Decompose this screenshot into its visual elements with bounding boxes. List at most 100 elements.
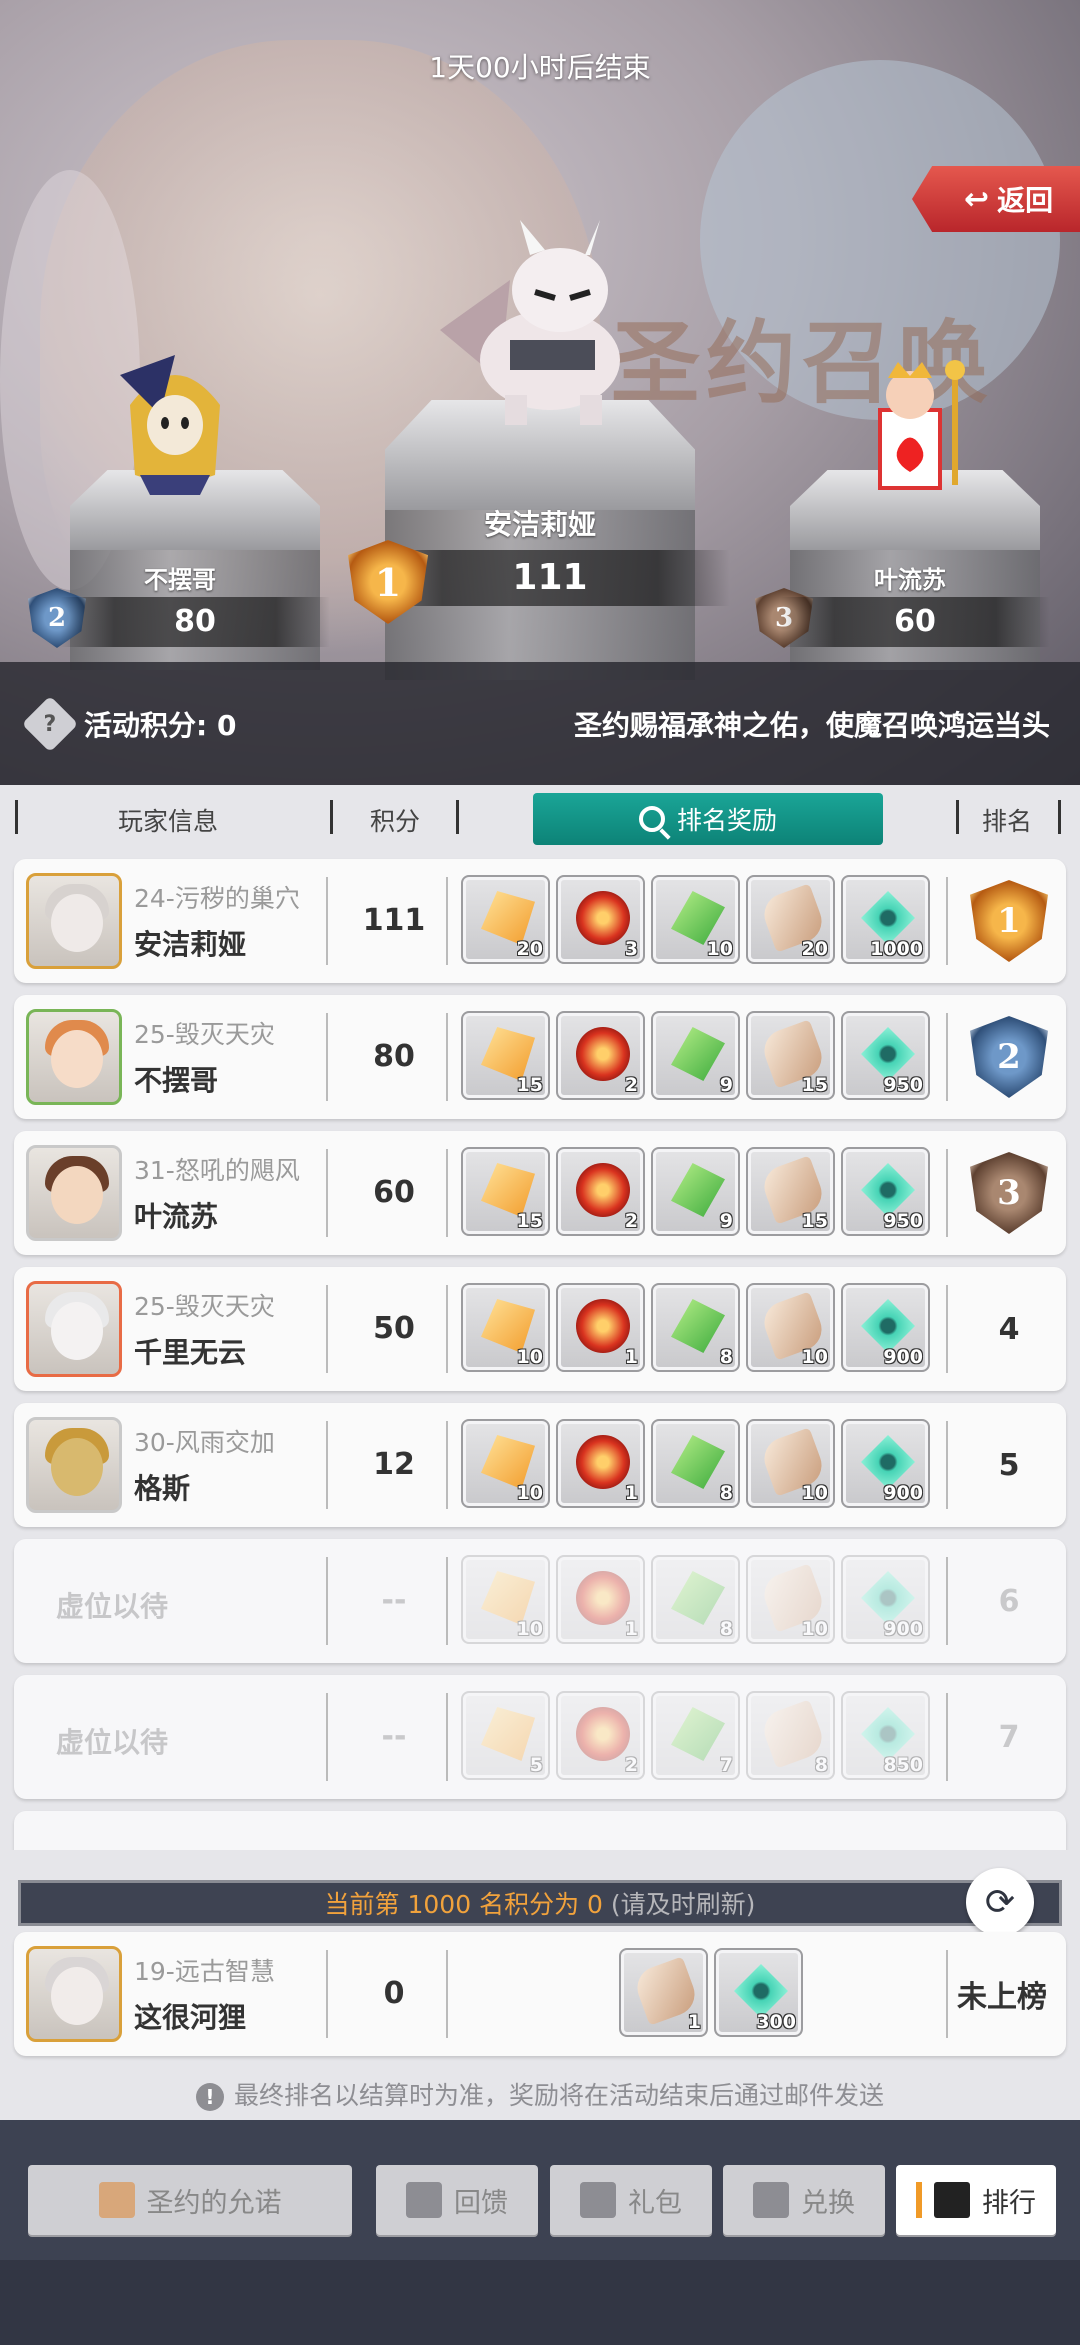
reward-item[interactable]: 8 (651, 1555, 740, 1644)
rank-badge: 1 (970, 880, 1048, 962)
reward-item[interactable]: 8 (651, 1283, 740, 1372)
reward-item[interactable]: 10 (461, 1555, 550, 1644)
reward-item[interactable]: 900 (841, 1555, 930, 1644)
reward-item[interactable]: 5 (461, 1691, 550, 1780)
score-value: 60 (373, 1175, 415, 1210)
nav-ranking-button[interactable]: 排行 (896, 2165, 1056, 2235)
gem-icon (861, 891, 915, 945)
avatar[interactable] (26, 1145, 122, 1241)
fire-orb-icon (576, 1027, 630, 1081)
reward-item[interactable]: 2 (556, 1147, 645, 1236)
reward-item[interactable]: 8 (746, 1691, 835, 1780)
reward-item[interactable]: 850 (841, 1691, 930, 1780)
player-name: 叶流苏 (134, 1200, 219, 1233)
player-name: 这很河狸 (134, 2001, 247, 2034)
avatar[interactable] (26, 1009, 122, 1105)
nav-feedback-button[interactable]: 回馈 (376, 2165, 538, 2235)
table-row[interactable]: 虚位以待 -- 5 2 7 8 850 7 (14, 1675, 1066, 1799)
avatar[interactable] (26, 873, 122, 969)
reward-items: 10 1 8 10 900 (461, 1283, 930, 1372)
gem-reward-item[interactable]: 300 (714, 1948, 803, 2037)
back-button[interactable]: ↩ 返回 (912, 166, 1080, 232)
header-score: 积分 (370, 807, 421, 836)
fire-orb-icon (576, 1707, 630, 1761)
reward-item[interactable]: 15 (461, 1011, 550, 1100)
crystal-icon (671, 1571, 725, 1625)
nav-promise-button[interactable]: 圣约的允诺 (28, 2165, 352, 2235)
ticket-icon (98, 2182, 135, 2218)
score-value: 12 (373, 1447, 415, 1482)
score-value: 0 (383, 1976, 405, 2011)
help-icon[interactable]: ? (21, 695, 79, 752)
reward-item[interactable]: 10 (461, 1419, 550, 1508)
score-value: 111 (362, 903, 426, 938)
reward-item[interactable]: 10 (746, 1555, 835, 1644)
reward-item[interactable]: 2 (556, 1691, 645, 1780)
dragon-character-figure[interactable] (420, 210, 650, 430)
reward-item[interactable]: 20 (746, 875, 835, 964)
hooded-character-figure[interactable] (100, 345, 250, 495)
avatar[interactable] (26, 1281, 122, 1377)
table-row[interactable]: 31-怒吼的飓风 叶流苏 60 15 2 9 15 950 3 (14, 1131, 1066, 1255)
reward-item[interactable]: 15 (461, 1147, 550, 1236)
cutoff-banner: 当前第 1000 名积分为 0 (请及时刷新) (18, 1880, 1062, 1926)
player-name: 安洁莉娅 (134, 928, 247, 961)
my-rank-value: 未上榜 (957, 1980, 1047, 2015)
wing-icon (481, 1707, 535, 1761)
my-rank-row[interactable]: 19-远古智慧 这很河狸 0 1 300 未上榜 (14, 1932, 1066, 2056)
reward-item[interactable]: 950 (841, 1147, 930, 1236)
table-row[interactable]: 24-污秽的巢穴 安洁莉娅 111 20 3 10 20 1000 1 (14, 859, 1066, 983)
reward-item[interactable]: 9 (651, 1147, 740, 1236)
reward-item[interactable]: 10 (461, 1283, 550, 1372)
podium-first-name: 安洁莉娅 (483, 508, 596, 541)
reward-item[interactable]: 1 (556, 1419, 645, 1508)
card-queen-character-figure[interactable] (840, 360, 990, 490)
refresh-button[interactable]: ⟳ (966, 1868, 1034, 1936)
reward-item[interactable]: 10 (651, 875, 740, 964)
ranking-cards-icon (934, 2182, 970, 2218)
fire-orb-icon (576, 891, 630, 945)
server-name: 19-远古智慧 (134, 1957, 275, 1986)
table-row[interactable]: 25-毁灭天灾 千里无云 50 10 1 8 10 900 4 (14, 1267, 1066, 1391)
rank-value: 5 (998, 1447, 1020, 1483)
reward-item[interactable]: 2 (556, 1011, 645, 1100)
header-player-info: 玩家信息 (118, 807, 219, 836)
reward-item[interactable]: 10 (746, 1283, 835, 1372)
gem-icon (861, 1707, 915, 1761)
server-name: 30-风雨交加 (134, 1428, 275, 1457)
reward-item[interactable]: 20 (461, 875, 550, 964)
nav-gift-button[interactable]: 礼包 (550, 2165, 712, 2235)
reward-item[interactable]: 8 (651, 1419, 740, 1508)
cutoff-text: 当前第 1000 名积分为 0 (324, 1890, 603, 1919)
avatar[interactable] (26, 1946, 122, 2042)
reward-item[interactable]: 1 (556, 1555, 645, 1644)
gem-icon (734, 1964, 788, 2018)
wing-icon (481, 1299, 535, 1353)
reward-item[interactable]: 950 (841, 1011, 930, 1100)
table-row[interactable]: 25-毁灭天灾 不摆哥 80 15 2 9 15 950 2 (14, 995, 1066, 1119)
avatar[interactable] (26, 1417, 122, 1513)
reward-item[interactable]: 10 (746, 1419, 835, 1508)
reward-item[interactable]: 1000 (841, 875, 930, 964)
rank-reward-tab[interactable]: 排名奖励 (533, 793, 883, 845)
table-row-partial[interactable] (14, 1811, 1066, 1850)
event-timer: 1天00小时后结束 (429, 51, 651, 84)
exclamation-icon: ! (195, 2083, 224, 2111)
reward-item[interactable]: 15 (746, 1011, 835, 1100)
cutoff-hint: (请及时刷新) (610, 1890, 756, 1919)
reward-item[interactable]: 3 (556, 875, 645, 964)
reward-item[interactable]: 900 (841, 1283, 930, 1372)
wing-icon (481, 1571, 535, 1625)
fire-orb-icon (576, 1299, 630, 1353)
scroll-reward-item[interactable]: 1 (619, 1948, 708, 2037)
reward-item[interactable]: 1 (556, 1283, 645, 1372)
table-row[interactable]: 30-风雨交加 格斯 12 10 1 8 10 900 5 (14, 1403, 1066, 1527)
reward-item[interactable]: 900 (841, 1419, 930, 1508)
nav-exchange-button[interactable]: 兑换 (723, 2165, 885, 2235)
fire-orb-icon (576, 1571, 630, 1625)
podium-third-name: 叶流苏 (874, 566, 946, 594)
table-row[interactable]: 虚位以待 -- 10 1 8 10 900 6 (14, 1539, 1066, 1663)
reward-item[interactable]: 15 (746, 1147, 835, 1236)
reward-item[interactable]: 7 (651, 1691, 740, 1780)
reward-item[interactable]: 9 (651, 1011, 740, 1100)
